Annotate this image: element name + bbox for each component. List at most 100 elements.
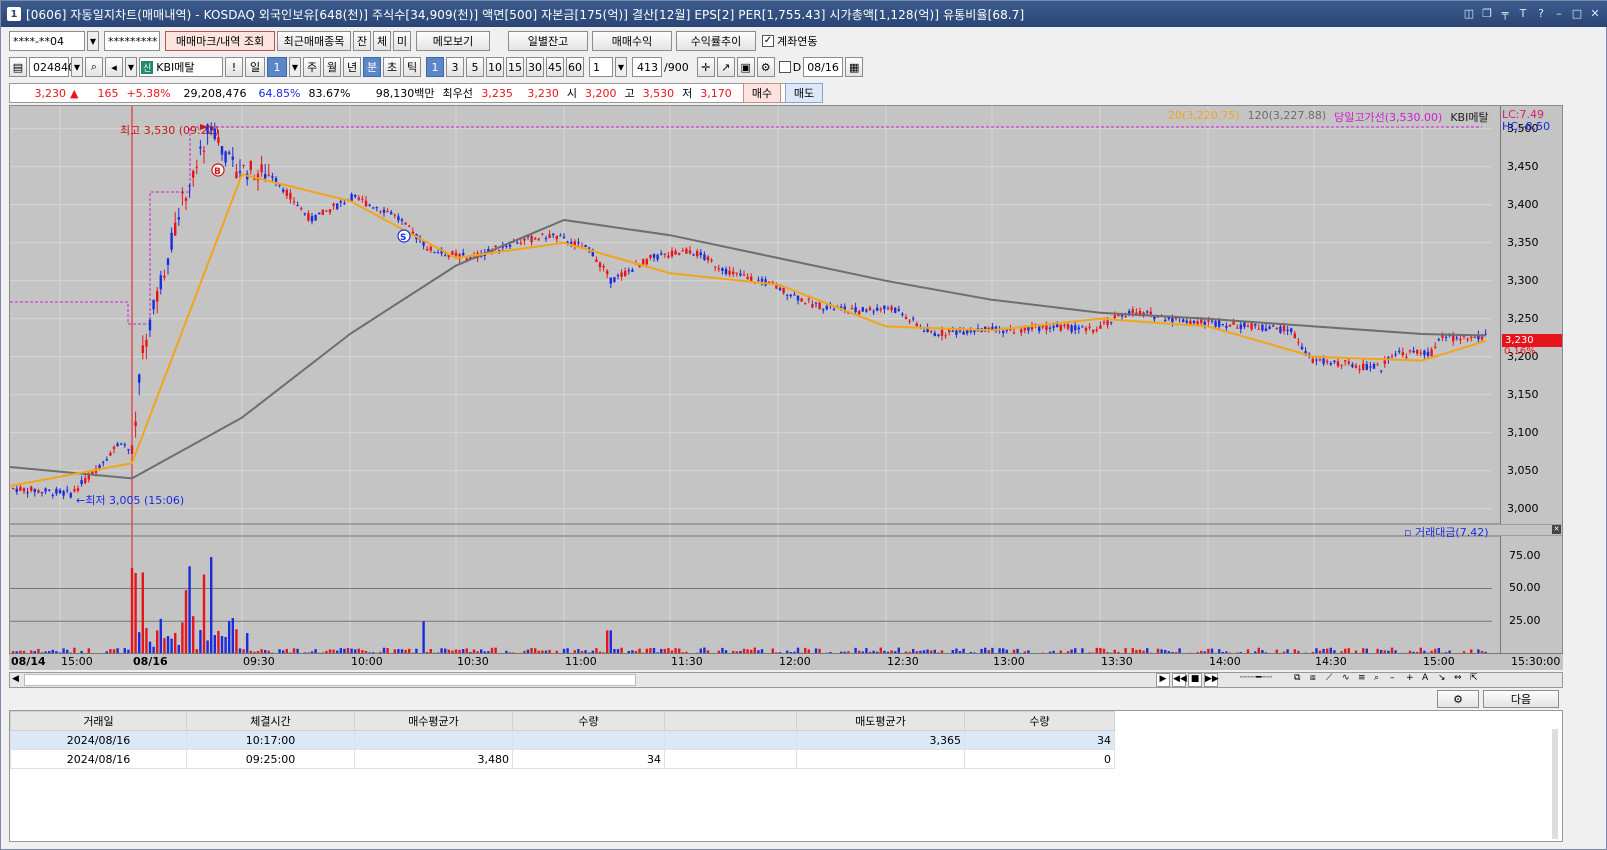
period-second-button[interactable]: 초 [383,57,401,77]
alert-button[interactable]: ! [225,57,243,77]
col-buy-avg[interactable]: 매수평균가 [354,711,513,731]
interval-button[interactable]: 15 [506,57,524,77]
window-number-icon[interactable]: 1 [7,7,21,21]
fit-icon[interactable]: ⇔ [1454,673,1468,687]
interval-button[interactable]: 5 [466,57,484,77]
interval-button[interactable]: 1 [426,57,444,77]
next-button[interactable]: 다음 [1483,690,1559,708]
account-select[interactable]: ****-**04 [9,31,85,51]
candle-body [1416,349,1419,354]
account-dropdown-icon[interactable]: ▼ [87,31,99,51]
wave-icon[interactable]: ∿ [1342,673,1356,687]
maximize-icon[interactable]: □ [1570,5,1584,21]
rewind-icon[interactable]: ◀◀ [1172,673,1187,687]
scroll-right-icon[interactable]: ▶ [1156,673,1170,687]
period-month-button[interactable]: 월 [323,57,341,77]
stock-name-field[interactable]: 신 KBI메탈 [139,57,223,77]
save-icon[interactable]: ▣ [736,57,755,77]
period-week-button[interactable]: 주 [303,57,321,77]
profit-trend-button[interactable]: 수익률추이 [676,31,756,51]
stock-code-input[interactable]: 024840 [29,57,75,77]
interval-button[interactable]: 10 [486,57,504,77]
period-minute-button[interactable]: 분 [363,57,381,77]
data-count-input[interactable]: 413 [632,57,662,77]
col-sell-qty[interactable]: 수량 [964,711,1115,731]
col-buy-qty[interactable]: 수량 [512,711,665,731]
zoom-in-icon[interactable]: + [1406,673,1420,687]
table-row[interactable]: 2024/08/16 10:17:00 3,365 34 [10,730,1115,750]
forward-icon[interactable]: ▶▶ [1204,673,1219,687]
daily-balance-button[interactable]: 일별잔고 [508,31,588,51]
arrow-tool-icon[interactable]: ↘ [1438,673,1452,687]
crosshair-icon[interactable]: ✛ [696,57,715,77]
scroll-thumb[interactable] [24,674,636,686]
close-icon[interactable]: ✕ [1588,5,1602,21]
buy-button[interactable]: 매수 [743,83,781,103]
grid-settings-icon[interactable]: ⚙ [1437,690,1479,708]
volume-tick-label: 25.00 [1509,614,1541,628]
recent-trades-button[interactable]: 최근매매종목 [277,31,351,51]
minimize-icon[interactable]: – [1552,5,1566,21]
zoom-out-icon[interactable]: – [1390,673,1404,687]
draw-tool-icon[interactable]: ↗ [716,57,735,77]
window-copy-icon[interactable]: ❐ [1480,5,1494,21]
chart-scrollbar[interactable]: ◀ ▶ ◀◀ ■ ▶▶ ┈┈┈━┈┈ ⧉ ⧈ ⟋ ∿ ≡ ⌕ – + A ↘ ⇔… [9,672,1563,688]
close-pane-icon[interactable]: ✕ [1552,525,1561,534]
interval-button[interactable]: 3 [446,57,464,77]
tab-balance[interactable]: 잔 [353,31,371,51]
sound-icon[interactable]: ◂ [105,57,123,77]
scroll-left-icon[interactable]: ◀ [12,674,19,684]
day-high-line [10,126,1482,325]
checkbox-icon[interactable]: ✓ [762,35,774,47]
period-year-button[interactable]: 년 [343,57,361,77]
zoom-slider[interactable]: ┈┈┈━┈┈ [1220,673,1292,687]
col-sell-avg[interactable]: 매도평균가 [796,711,965,731]
candle-body [1351,364,1354,368]
col-exec-time[interactable]: 체결시간 [186,711,355,731]
col-trade-date[interactable]: 거래일 [10,711,187,731]
chart-area[interactable]: BS 3,500 3,450 3,400 3,350 3,300 3,250 3,200 3,… [9,105,1563,670]
code-dropdown-icon[interactable]: ▼ [71,57,83,77]
help-icon[interactable]: ? [1534,5,1548,21]
price-volume-chart[interactable]: BS [10,106,1563,654]
pin-icon[interactable]: ╤ [1498,5,1512,21]
trade-profit-button[interactable]: 매매수익 [592,31,672,51]
interval-button[interactable]: 60 [566,57,584,77]
account-link-toggle[interactable]: ✓ 계좌연동 [762,33,817,49]
candle-body [1336,361,1340,367]
password-field[interactable]: ********* [104,31,160,51]
sell-button[interactable]: 매도 [785,83,823,103]
compare-icon[interactable]: ⧈ [1310,673,1324,687]
period-day-button[interactable]: 일 [245,57,265,77]
period-dropdown-icon[interactable]: ▼ [289,57,301,77]
table-row[interactable]: 2024/08/16 09:25:00 3,480 34 0 [10,749,1115,769]
magnifier-icon[interactable]: ⌕ [1374,673,1388,687]
tab-executed[interactable]: 체 [373,31,391,51]
trade-mark-button[interactable]: 매매마크/내역 조회 [165,31,275,51]
period-tick-button[interactable]: 틱 [403,57,421,77]
search-icon[interactable]: ⌕ [85,57,103,77]
expand-icon[interactable]: ⇱ [1470,673,1484,687]
candle-body [505,246,508,248]
calendar-icon[interactable]: ▦ [845,57,864,77]
period-day-count[interactable]: 1 [267,57,287,77]
tab-unfilled[interactable]: 미 [393,31,411,51]
font-icon[interactable]: T [1516,5,1530,21]
grid-scrollbar[interactable] [1552,729,1558,839]
settings-icon[interactable]: ⚙ [756,57,775,77]
stop-icon[interactable]: ■ [1188,673,1202,687]
sound-dropdown-icon[interactable]: ▼ [125,57,137,77]
trend-icon[interactable]: ⟋ [1326,673,1340,687]
text-tool-icon[interactable]: A [1422,673,1436,687]
window-link-icon[interactable]: ◫ [1462,5,1476,21]
bars-icon[interactable]: ≡ [1358,673,1372,687]
multiplier-dropdown-icon[interactable]: ▼ [615,57,627,77]
multiplier-input[interactable]: 1 [589,57,613,77]
interval-button[interactable]: 30 [526,57,544,77]
interval-button[interactable]: 45 [546,57,564,77]
layout-icon[interactable]: ⧉ [1294,673,1308,687]
stock-list-icon[interactable]: ▤ [9,57,27,77]
date-checkbox[interactable] [778,61,791,73]
date-input[interactable]: 08/16 [803,57,844,77]
memo-button[interactable]: 메모보기 [416,31,490,51]
